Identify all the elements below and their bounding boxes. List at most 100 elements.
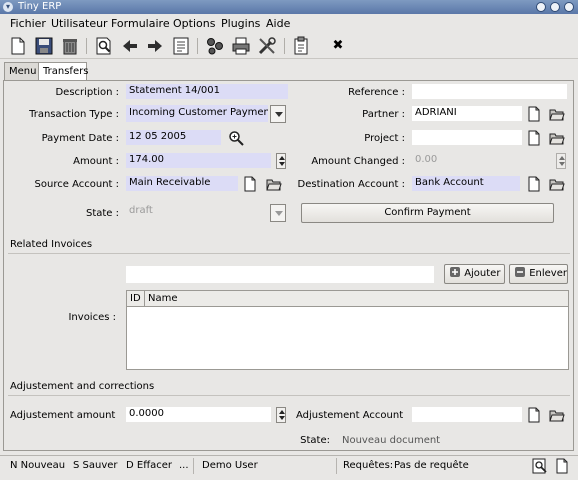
remove-invoice-label: Enlever xyxy=(529,268,567,279)
menu-utilisateur[interactable]: Utilisateur xyxy=(51,17,108,30)
status-separator xyxy=(336,458,337,474)
menu-plugins[interactable]: Plugins xyxy=(221,17,260,30)
amount-spinner[interactable] xyxy=(276,153,286,169)
arrow-right-icon[interactable] xyxy=(145,36,165,56)
confirm-payment-button[interactable]: Confirm Payment xyxy=(301,203,554,223)
section-divider xyxy=(8,395,570,396)
open-folder-icon[interactable] xyxy=(549,407,565,423)
state-select: draft xyxy=(129,205,153,216)
menu-fichier[interactable]: Fichier xyxy=(10,17,46,30)
print-icon[interactable] xyxy=(231,36,251,56)
status-bar: N Nouveau S Sauver D Effacer ... Demo Us… xyxy=(0,455,578,475)
payment-date-label: Payment Date : xyxy=(41,133,119,144)
toolbar-separator xyxy=(197,38,198,54)
invoice-search-input[interactable] xyxy=(126,266,434,283)
payment-date-field[interactable]: 12 05 2005 xyxy=(126,130,221,145)
search-requests-icon[interactable] xyxy=(532,458,548,474)
menu-formulaire[interactable]: Formulaire xyxy=(111,17,170,30)
remove-invoice-button[interactable]: Enlever xyxy=(509,264,568,284)
amount-field[interactable]: 174.00 xyxy=(126,153,271,168)
project-field[interactable] xyxy=(412,130,522,145)
column-header-id[interactable]: ID xyxy=(127,291,145,307)
view-doc-icon[interactable] xyxy=(171,36,191,56)
minus-icon xyxy=(515,267,525,277)
column-header-name[interactable]: Name xyxy=(145,291,568,307)
adjustment-amount-field[interactable]: 0.0000 xyxy=(126,407,271,422)
open-folder-icon[interactable] xyxy=(266,176,282,192)
close-icon[interactable]: ✖ xyxy=(328,36,348,56)
menu-options[interactable]: Options xyxy=(173,17,215,30)
section-divider xyxy=(8,253,570,254)
search-doc-icon[interactable] xyxy=(94,36,114,56)
description-label: Description : xyxy=(55,87,119,98)
new-request-icon[interactable] xyxy=(554,458,570,474)
new-doc-icon[interactable] xyxy=(526,130,542,146)
tools-icon[interactable] xyxy=(257,36,277,56)
invoices-table[interactable]: ID Name xyxy=(126,290,569,370)
tab-menu[interactable]: Menu xyxy=(4,62,39,81)
open-folder-icon[interactable] xyxy=(549,106,565,122)
new-doc-icon[interactable] xyxy=(526,407,542,423)
amount-changed-label: Amount Changed : xyxy=(311,156,405,167)
window-menu-icon[interactable]: ▾ xyxy=(3,2,13,12)
new-doc-icon[interactable] xyxy=(526,176,542,192)
connect-icon[interactable] xyxy=(205,36,225,56)
open-folder-icon[interactable] xyxy=(549,176,565,192)
toolbar-separator xyxy=(284,38,285,54)
add-invoice-button[interactable]: Ajouter xyxy=(444,264,505,284)
document-state-label: State: xyxy=(300,435,330,446)
transaction-type-dropdown-button[interactable] xyxy=(270,105,286,123)
requests-value: Pas de requête xyxy=(394,460,469,471)
partner-label: Partner : xyxy=(362,109,405,120)
calendar-search-icon[interactable] xyxy=(228,130,244,146)
project-label: Project : xyxy=(364,133,405,144)
toolbar-separator xyxy=(86,38,87,54)
arrow-left-icon[interactable] xyxy=(120,36,140,56)
trash-icon[interactable] xyxy=(60,36,80,56)
reference-label: Reference : xyxy=(348,87,405,98)
source-account-field[interactable]: Main Receivable xyxy=(126,176,238,191)
amount-changed-spinner xyxy=(556,153,566,169)
minimize-button[interactable] xyxy=(536,2,546,12)
open-folder-icon[interactable] xyxy=(549,130,565,146)
transaction-type-select[interactable]: Incoming Customer Payment xyxy=(126,105,268,122)
shortcut-save: S Sauver xyxy=(73,460,118,471)
close-window-button[interactable] xyxy=(564,2,574,12)
shortcut-new: N Nouveau xyxy=(10,460,66,471)
transaction-type-label: Transaction Type : xyxy=(29,109,119,120)
related-invoices-title: Related Invoices xyxy=(10,239,93,250)
state-dropdown-button xyxy=(270,204,286,222)
description-field[interactable]: Statement 14/001 xyxy=(126,84,288,99)
new-doc-icon[interactable] xyxy=(242,176,258,192)
window-title: Tiny ERP xyxy=(18,1,62,12)
menu-aide[interactable]: Aide xyxy=(266,17,290,30)
shortcut-more: ... xyxy=(179,460,189,471)
plus-icon xyxy=(450,267,460,277)
new-doc-icon[interactable] xyxy=(526,106,542,122)
current-user: Demo User xyxy=(202,460,258,471)
maximize-button[interactable] xyxy=(550,2,560,12)
adjustment-account-label: Adjustement Account xyxy=(296,410,404,421)
new-doc-icon[interactable] xyxy=(8,36,28,56)
destination-account-field[interactable]: Bank Account xyxy=(412,176,520,191)
amount-changed-field: 0.00 xyxy=(415,154,438,165)
adjustment-amount-label: Adjustement amount xyxy=(10,410,116,421)
adjustment-amount-spinner[interactable] xyxy=(276,407,286,423)
partner-field[interactable]: ADRIANI xyxy=(412,106,522,121)
requests-label: Requêtes: xyxy=(343,460,394,471)
save-icon[interactable] xyxy=(34,36,54,56)
state-label: State : xyxy=(85,208,119,219)
adjustment-section-title: Adjustement and corrections xyxy=(10,381,155,392)
attachment-icon[interactable] xyxy=(291,36,311,56)
invoices-label: Invoices : xyxy=(68,312,116,323)
tab-transfers[interactable]: Transfers xyxy=(38,62,88,82)
title-bar: ▾ Tiny ERP xyxy=(0,0,578,14)
adjustment-account-field[interactable] xyxy=(412,407,522,422)
reference-field[interactable] xyxy=(412,84,567,99)
destination-account-label: Destination Account : xyxy=(297,179,406,190)
amount-label: Amount : xyxy=(73,156,119,167)
toolbar: ✖ xyxy=(0,33,578,59)
shortcut-delete: D Effacer xyxy=(126,460,172,471)
menu-bar: Fichier Utilisateur Formulaire Options P… xyxy=(0,14,578,32)
document-state-value: Nouveau document xyxy=(342,435,441,446)
